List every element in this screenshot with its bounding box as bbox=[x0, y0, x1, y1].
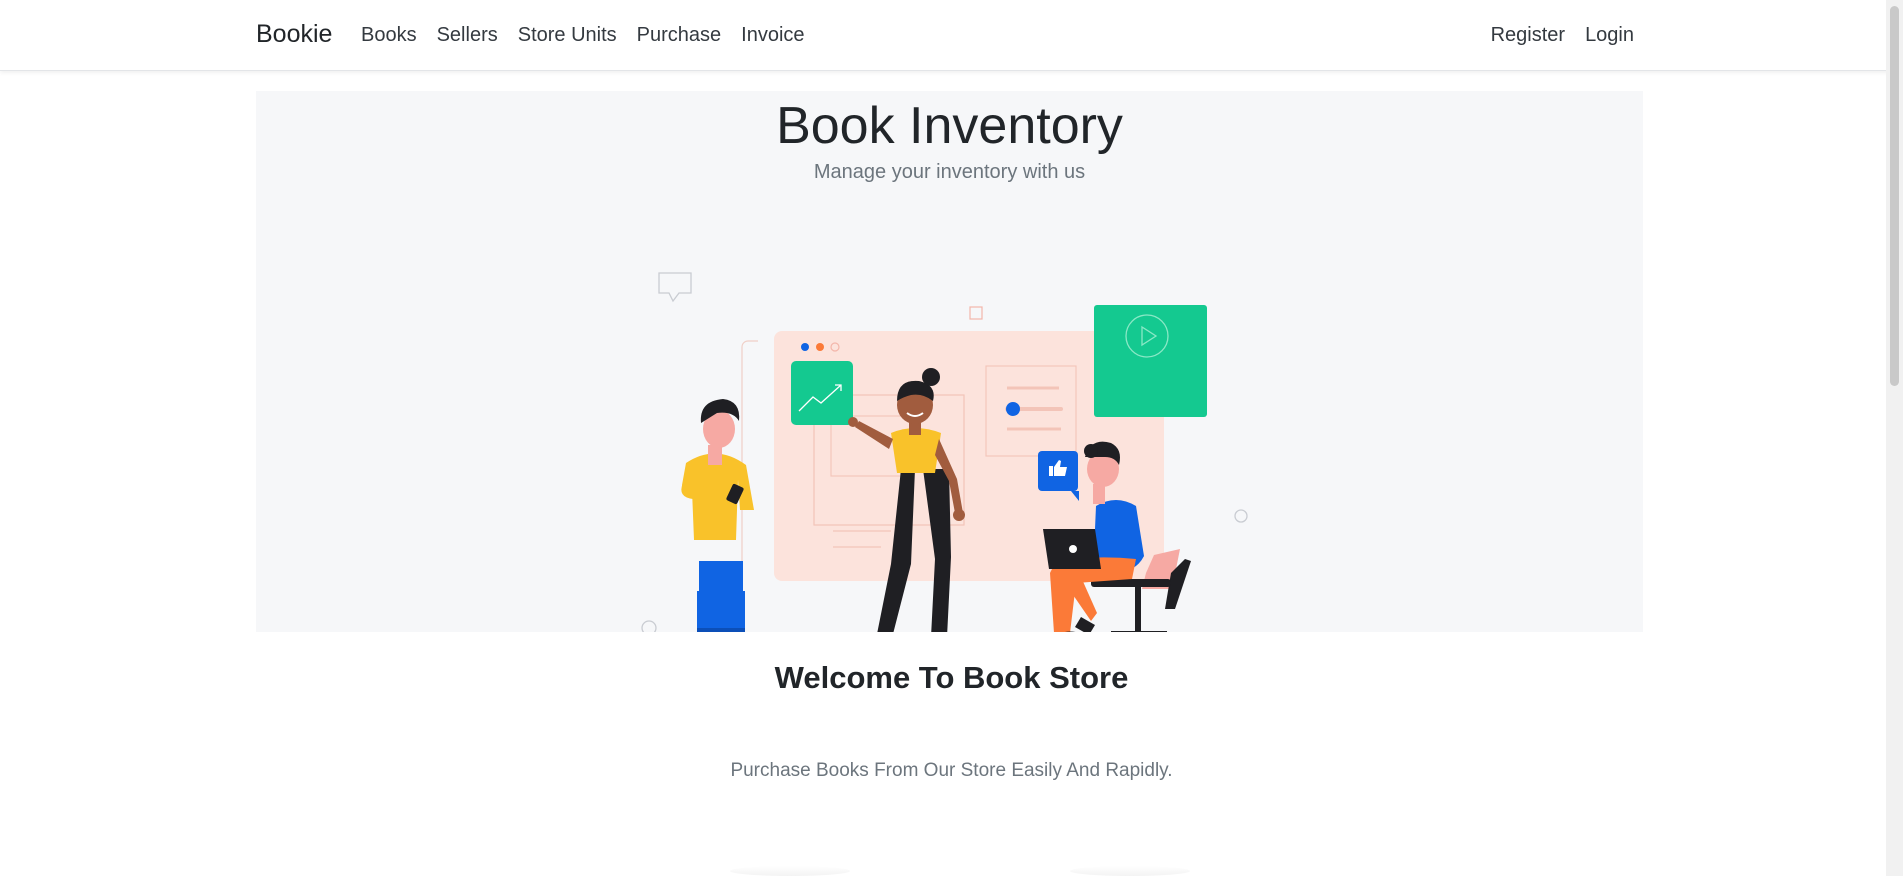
chart-card bbox=[791, 361, 853, 425]
scrollbar-thumb[interactable] bbox=[1890, 6, 1899, 386]
nav-auth-links: Register Login bbox=[1491, 24, 1634, 47]
hero-banner: Book Inventory Manage your inventory wit… bbox=[256, 91, 1643, 632]
page-scrollbar[interactable] bbox=[1886, 0, 1903, 876]
card-shadow-right bbox=[1070, 866, 1190, 876]
brand-logo[interactable]: Bookie bbox=[256, 20, 332, 49]
deco-square bbox=[969, 306, 983, 320]
welcome-heading: Welcome To Book Store bbox=[774, 660, 1129, 695]
nav-link-invoice[interactable]: Invoice bbox=[741, 24, 804, 47]
top-navbar: Bookie Books Sellers Store Units Purchas… bbox=[0, 0, 1903, 71]
card-shadow-left bbox=[730, 866, 850, 876]
nav-primary-links: Books Sellers Store Units Purchase Invoi… bbox=[361, 24, 805, 47]
window-dot-blue bbox=[801, 343, 809, 351]
window-dot-orange bbox=[816, 343, 824, 351]
deco-circle-left bbox=[641, 620, 657, 632]
deco-circle-right bbox=[1234, 509, 1248, 523]
hero-title: Book Inventory bbox=[776, 97, 1123, 155]
welcome-tagline: Purchase Books From Our Store Easily And… bbox=[730, 760, 1173, 781]
nav-link-sellers[interactable]: Sellers bbox=[437, 24, 498, 47]
person-with-phone bbox=[681, 399, 754, 632]
speech-bubble-outline bbox=[658, 272, 692, 303]
page: Bookie Books Sellers Store Units Purchas… bbox=[0, 0, 1903, 876]
nav-link-books[interactable]: Books bbox=[361, 24, 417, 47]
team-illustration bbox=[641, 272, 1248, 632]
nav-link-purchase[interactable]: Purchase bbox=[637, 24, 722, 47]
slider-knob bbox=[1006, 402, 1020, 416]
nav-link-login[interactable]: Login bbox=[1585, 24, 1634, 47]
nav-link-store-units[interactable]: Store Units bbox=[518, 24, 617, 47]
video-card bbox=[1094, 305, 1207, 417]
nav-link-register[interactable]: Register bbox=[1491, 24, 1565, 47]
hero-subtitle: Manage your inventory with us bbox=[813, 161, 1086, 183]
